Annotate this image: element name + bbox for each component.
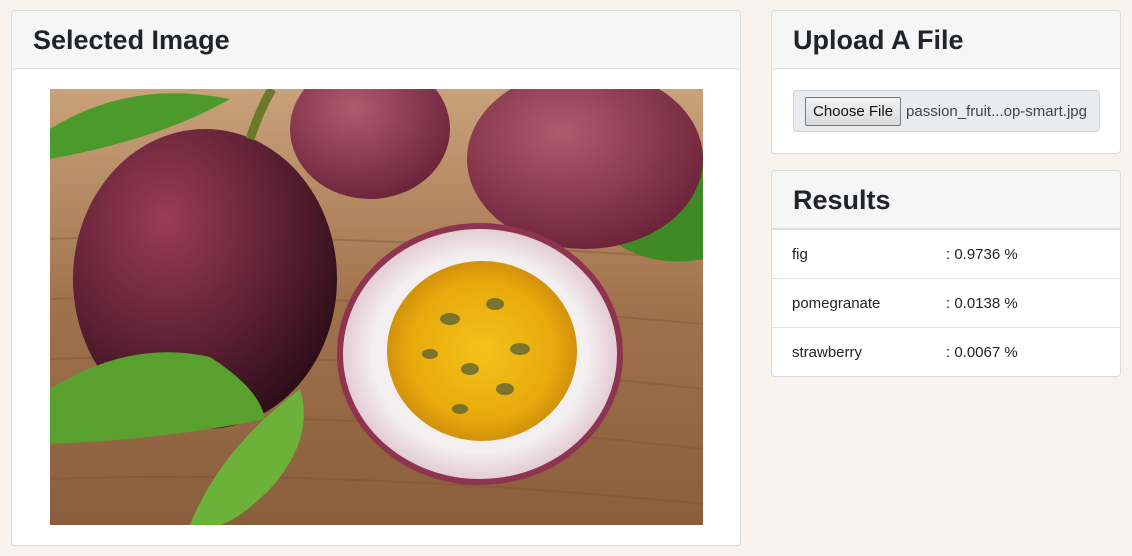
result-value: : 0.0138 % — [946, 295, 1018, 312]
result-label: pomegranate — [792, 295, 881, 312]
selected-image-photo — [50, 89, 703, 525]
upload-header: Upload A File — [772, 11, 1120, 69]
result-value: : 0.0067 % — [946, 344, 1018, 361]
results-card: Results fig : 0.9736 % pomegranate : 0.0… — [771, 170, 1121, 377]
selected-file-name: passion_fruit...op-smart.jpg — [906, 102, 1087, 120]
results-title: Results — [793, 185, 891, 215]
result-row: strawberry : 0.0067 % — [772, 327, 1120, 376]
selected-image-header: Selected Image — [12, 11, 740, 69]
choose-file-button[interactable]: Choose File — [805, 96, 902, 126]
result-row: fig : 0.9736 % — [772, 229, 1120, 278]
results-list: fig : 0.9736 % pomegranate : 0.0138 % st… — [772, 229, 1120, 376]
result-row: pomegranate : 0.0138 % — [772, 278, 1120, 327]
result-label: fig — [792, 246, 808, 263]
result-value: : 0.9736 % — [946, 246, 1018, 263]
file-input[interactable]: Choose File passion_fruit...op-smart.jpg — [793, 90, 1100, 132]
upload-card: Upload A File Choose File passion_fruit.… — [771, 10, 1121, 154]
results-header: Results — [772, 171, 1120, 229]
result-label: strawberry — [792, 344, 863, 361]
selected-image-title: Selected Image — [33, 25, 230, 55]
selected-image-card: Selected Image — [11, 10, 741, 546]
upload-title: Upload A File — [793, 25, 964, 55]
